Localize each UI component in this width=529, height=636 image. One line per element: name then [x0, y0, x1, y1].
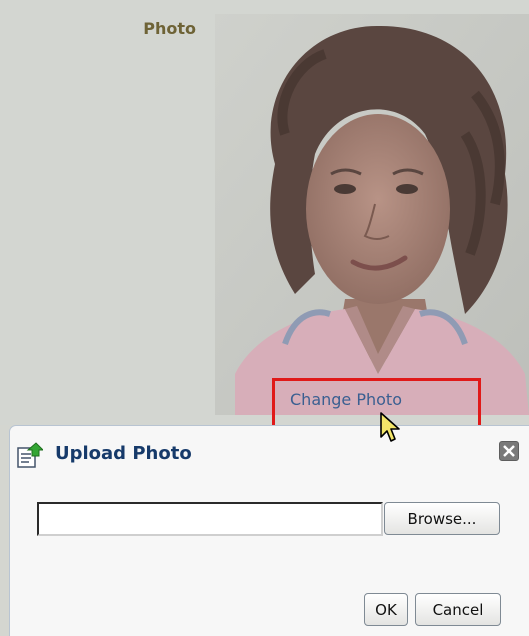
ok-button[interactable]: OK	[364, 593, 408, 626]
photo-label: Photo	[143, 19, 196, 38]
profile-photo	[215, 14, 529, 415]
change-photo-link[interactable]: Change Photo	[290, 390, 402, 409]
file-path-input[interactable]	[37, 502, 383, 536]
profile-form-area: Photo Change Photo	[0, 0, 529, 425]
dialog-header: Upload Photo	[10, 426, 529, 484]
cancel-button[interactable]: Cancel	[415, 593, 501, 626]
upload-photo-icon	[16, 442, 45, 469]
close-button[interactable]	[499, 441, 519, 461]
browse-button[interactable]: Browse...	[384, 502, 500, 535]
upload-photo-dialog: Upload Photo Browse... OK Cancel	[9, 425, 529, 636]
portrait-image	[215, 14, 529, 415]
dialog-title: Upload Photo	[55, 443, 192, 464]
close-icon	[503, 445, 515, 457]
mouse-pointer-icon	[379, 411, 403, 443]
